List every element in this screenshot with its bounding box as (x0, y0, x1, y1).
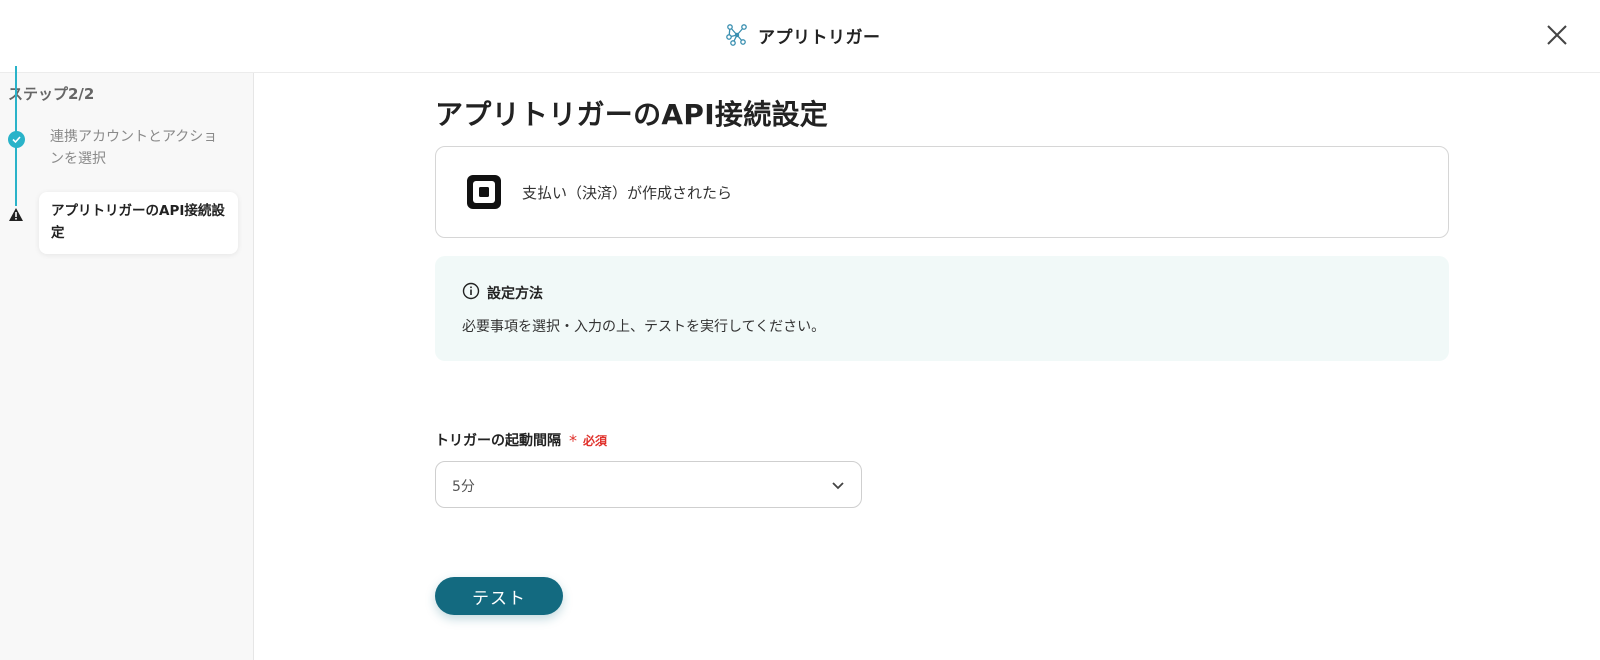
header: アプリトリガー (0, 0, 1600, 73)
interval-field-label: トリガーの起動間隔 * 必須 (435, 430, 607, 450)
trigger-card: 支払い（決済）が作成されたら (435, 146, 1449, 238)
network-nodes-icon (724, 22, 750, 48)
info-body: 必要事項を選択・入力の上、テストを実行してください。 (462, 319, 826, 335)
sidebar-step-label: アプリトリガーのAPI接続設定 (51, 203, 225, 241)
header-title-group: アプリトリガー (724, 20, 881, 50)
close-button[interactable] (1542, 20, 1572, 50)
chevron-down-icon (829, 476, 847, 494)
sidebar-step-api-settings[interactable]: アプリトリガーのAPI接続設定 (39, 192, 238, 254)
page-title: アプリトリガーのAPI接続設定 (435, 98, 829, 131)
interval-label-text: トリガーの起動間隔 (435, 433, 561, 449)
required-text: 必須 (583, 433, 608, 448)
trigger-name: 支払い（決済）が作成されたら (522, 184, 733, 202)
check-circle-icon (8, 131, 25, 148)
info-box: 設定方法 必要事項を選択・入力の上、テストを実行してください。 (435, 256, 1449, 361)
required-mark: * (569, 430, 577, 450)
info-icon (462, 282, 480, 304)
header-title: アプリトリガー (758, 27, 881, 48)
square-app-icon (466, 174, 502, 210)
close-icon (1547, 25, 1567, 45)
info-title: 設定方法 (487, 286, 543, 302)
info-header: 設定方法 (462, 282, 543, 304)
interval-select-value: 5分 (452, 479, 475, 495)
step-count: ステップ2/2 (8, 85, 95, 103)
sidebar-step-select-account[interactable]: 連携アカウントとアクションを選択 (50, 126, 230, 170)
interval-select[interactable]: 5分 (435, 461, 862, 508)
warning-triangle-icon (7, 205, 25, 223)
test-button[interactable]: テスト (435, 577, 563, 615)
